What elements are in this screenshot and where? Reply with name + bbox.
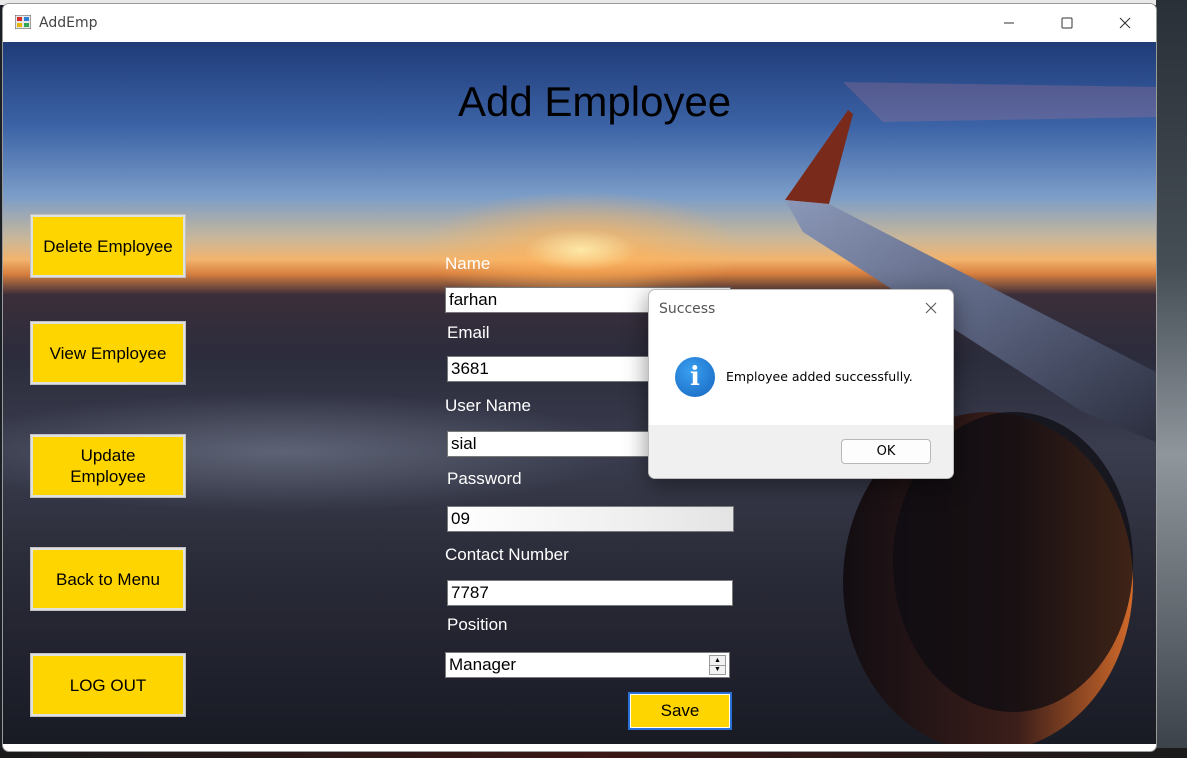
- dialog-message: Employee added successfully.: [726, 369, 913, 384]
- password-field[interactable]: 09: [447, 506, 734, 532]
- desktop-background-right: [1156, 0, 1187, 758]
- window-title: AddEmp: [39, 15, 98, 31]
- contact-number-label: Contact Number: [445, 545, 569, 564]
- position-label: Position: [447, 615, 508, 634]
- page-title: Add Employee: [458, 78, 732, 125]
- view-employee-button[interactable]: View Employee: [31, 322, 185, 384]
- dialog-footer: OK: [649, 425, 953, 478]
- email-label: Email: [447, 323, 490, 342]
- close-icon: [1119, 17, 1131, 29]
- maximize-icon: [1061, 17, 1073, 29]
- ok-button[interactable]: OK: [841, 439, 931, 464]
- name-label: Name: [445, 254, 491, 273]
- delete-employee-button[interactable]: Delete Employee: [31, 215, 185, 277]
- close-icon: [925, 302, 937, 314]
- app-icon: [15, 15, 31, 29]
- logout-button[interactable]: LOG OUT: [31, 654, 185, 716]
- minimize-icon: [1004, 22, 1014, 24]
- airplane-wing-image: [785, 82, 1156, 744]
- username-label: User Name: [445, 396, 531, 415]
- close-button[interactable]: [1096, 4, 1154, 42]
- position-spinner[interactable]: ▲ ▼: [709, 655, 726, 675]
- success-dialog: Success i Employee added successfully. O…: [648, 289, 954, 479]
- dialog-title: Success: [659, 301, 716, 317]
- save-button[interactable]: Save: [628, 692, 732, 730]
- dialog-body: i Employee added successfully.: [649, 328, 953, 425]
- position-selector[interactable]: Manager ▲ ▼: [445, 652, 730, 678]
- window-titlebar[interactable]: AddEmp: [3, 4, 1156, 42]
- back-to-menu-button[interactable]: Back to Menu: [31, 548, 185, 610]
- spin-down-icon[interactable]: ▼: [710, 665, 725, 674]
- addemp-window: AddEmp Add Employee Delete Employee View…: [2, 3, 1157, 752]
- position-value: Manager: [449, 655, 517, 674]
- contact-number-field[interactable]: 7787: [447, 580, 733, 606]
- minimize-button[interactable]: [980, 4, 1038, 42]
- info-icon: i: [675, 357, 715, 397]
- password-label: Password: [447, 469, 522, 488]
- maximize-button[interactable]: [1038, 4, 1096, 42]
- dialog-close-button[interactable]: [917, 296, 945, 320]
- update-employee-button[interactable]: Update Employee: [31, 435, 185, 497]
- form-client-area: Add Employee Delete Employee View Employ…: [3, 42, 1156, 744]
